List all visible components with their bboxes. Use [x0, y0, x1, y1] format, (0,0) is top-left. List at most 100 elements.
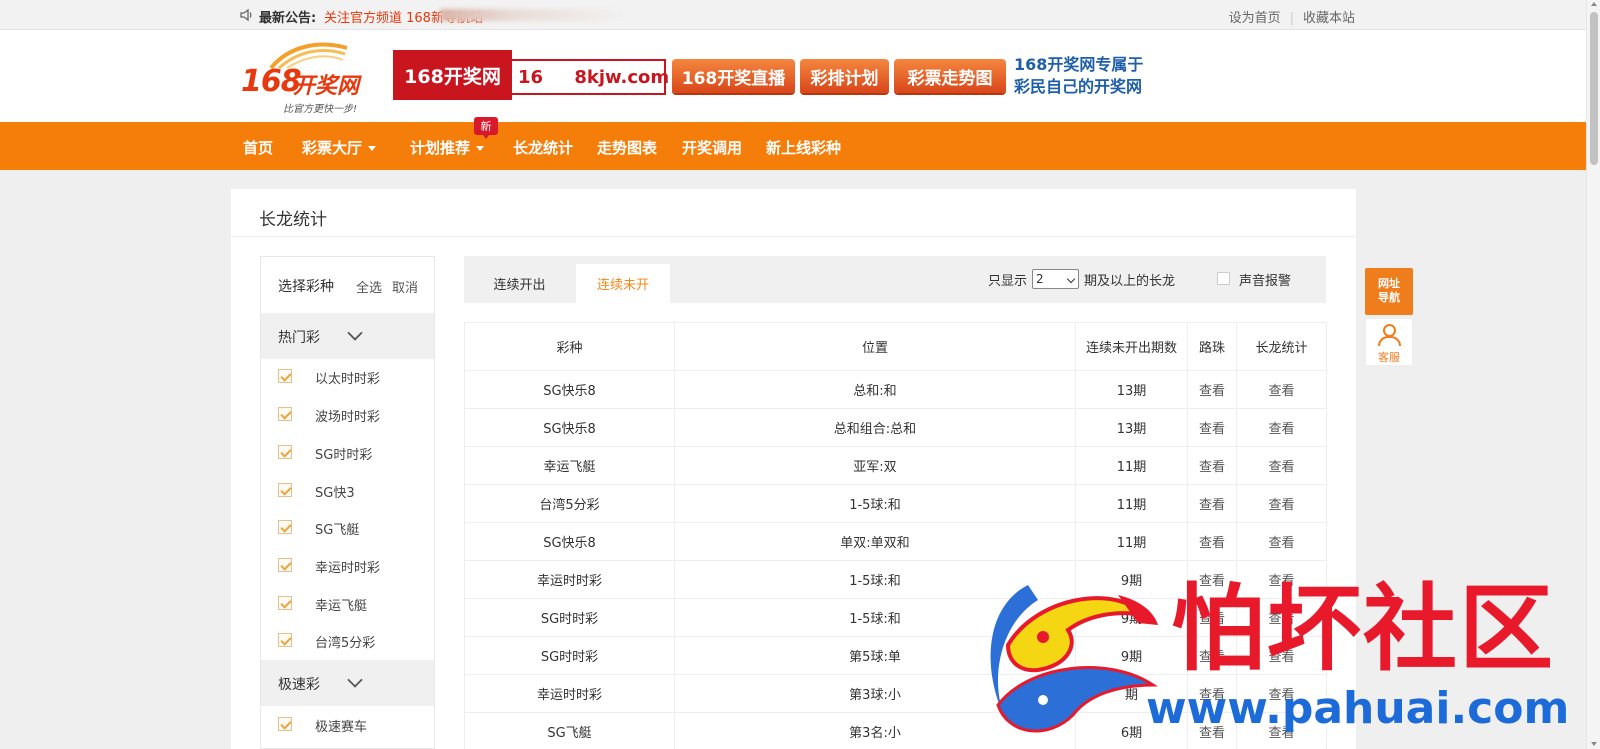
customer-service-label: 客服 — [1378, 351, 1400, 364]
group-fast[interactable]: 极速彩 — [261, 660, 434, 706]
checkbox[interactable] — [278, 558, 292, 572]
tab-consecutive-not-open[interactable]: 连续未开 — [576, 264, 670, 303]
cell-position: 1-5球:和 — [674, 484, 1076, 523]
checkbox[interactable] — [278, 369, 292, 383]
cell-game: SG快乐8 — [464, 408, 675, 447]
col-count: 连续未开出期数 — [1075, 322, 1188, 371]
nav-home[interactable]: 首页 — [243, 137, 273, 158]
site-nav-float-button[interactable]: 网址 导航 — [1365, 268, 1413, 315]
group-hot-label: 热门彩 — [278, 330, 320, 346]
checkbox[interactable] — [278, 520, 292, 534]
cell-count: 11期 — [1075, 446, 1188, 485]
view-stat-link[interactable]: 查看 — [1236, 712, 1327, 749]
checkbox[interactable] — [278, 407, 292, 421]
min-periods-select[interactable]: 2 — [1032, 269, 1079, 289]
view-road-link[interactable]: 查看 — [1187, 636, 1237, 675]
checkbox[interactable] — [278, 596, 292, 610]
list-item-label: 波场时时彩 — [315, 410, 381, 425]
list-item-label: 台湾5分彩 — [315, 636, 376, 651]
table-row: SG快乐8 单双:单双和 11期 查看 查看 — [464, 522, 1327, 561]
view-road-link[interactable]: 查看 — [1187, 446, 1237, 485]
nav-new-games[interactable]: 新上线彩种 — [766, 137, 841, 158]
view-stat-link[interactable]: 查看 — [1236, 408, 1327, 447]
list-item[interactable]: 波场时时彩 — [261, 397, 434, 433]
list-item[interactable]: 以太时时彩 — [261, 359, 434, 395]
table-row: 幸运飞艇 亚军:双 11期 查看 查看 — [464, 446, 1327, 485]
view-road-link[interactable]: 查看 — [1187, 674, 1237, 713]
view-stat-link[interactable]: 查看 — [1236, 484, 1327, 523]
longdragon-table: 彩种 位置 连续未开出期数 路珠 长龙统计 SG快乐8 总和:和 13期 查看 查看 S… — [464, 322, 1327, 749]
trend-chart-button[interactable]: 彩票走势图 — [894, 59, 1006, 93]
live-draw-button[interactable]: 168开奖直播 — [672, 59, 795, 93]
nav-api[interactable]: 开奖调用 — [682, 137, 742, 158]
cell-game: 幸运时时彩 — [464, 674, 675, 713]
nav-lottery-hall[interactable]: 彩票大厅 — [302, 137, 377, 158]
banner-site-name[interactable]: 168开奖网 — [393, 50, 512, 100]
checkbox[interactable] — [278, 633, 292, 647]
view-stat-link[interactable]: 查看 — [1236, 636, 1327, 675]
cell-position: 单双:单双和 — [674, 522, 1076, 561]
list-item-label: 幸运时时彩 — [315, 561, 381, 576]
list-item[interactable]: SG飞艇 — [261, 510, 434, 546]
cell-count: 11期 — [1075, 522, 1188, 561]
list-item[interactable]: 台湾5分彩 — [261, 623, 434, 659]
sound-alarm-checkbox[interactable] — [1217, 272, 1230, 285]
view-road-link[interactable]: 查看 — [1187, 598, 1237, 637]
scroll-thumb[interactable] — [1590, 12, 1598, 165]
bookmark-link[interactable]: 收藏本站 — [1303, 11, 1355, 26]
list-item[interactable]: 极速赛车 — [261, 707, 434, 743]
cell-count: 13期 — [1075, 408, 1188, 447]
cell-count: 6期 — [1075, 712, 1188, 749]
col-position: 位置 — [674, 322, 1076, 371]
list-item[interactable]: SG快3 — [261, 473, 434, 509]
group-hot[interactable]: 热门彩 — [261, 313, 434, 359]
scroll-up-icon[interactable] — [1591, 2, 1597, 6]
tagline-line-1: 168开奖网专属于 — [1014, 55, 1144, 74]
view-road-link[interactable]: 查看 — [1187, 370, 1237, 409]
view-road-link[interactable]: 查看 — [1187, 484, 1237, 523]
cell-position: 亚军:双 — [674, 446, 1076, 485]
deselect-button[interactable]: 取消 — [392, 277, 418, 296]
view-road-link[interactable]: 查看 — [1187, 522, 1237, 561]
view-road-link[interactable]: 查看 — [1187, 408, 1237, 447]
plan-button[interactable]: 彩排计划 — [800, 59, 889, 93]
site-logo[interactable]: 168 开奖网 比官方更快一步! — [239, 38, 389, 118]
checkbox[interactable] — [278, 483, 292, 497]
list-item[interactable]: 幸运飞艇 — [261, 586, 434, 622]
new-badge: 新 — [474, 117, 498, 139]
view-stat-link[interactable]: 查看 — [1236, 370, 1327, 409]
select-all-button[interactable]: 全选 — [356, 277, 382, 296]
notice-label: 最新公告: — [259, 11, 317, 26]
list-item[interactable]: SG时时彩 — [261, 435, 434, 471]
banner-site-url[interactable]: 16 8kjw.com — [512, 59, 669, 95]
cell-game: SG时时彩 — [464, 598, 675, 637]
page-scrollbar[interactable] — [1586, 0, 1600, 749]
customer-service-button[interactable]: 客服 — [1365, 318, 1413, 366]
view-stat-link[interactable]: 查看 — [1236, 522, 1327, 561]
view-road-link[interactable]: 查看 — [1187, 712, 1237, 749]
nav-longdragon[interactable]: 长龙统计 — [513, 137, 573, 158]
checkbox[interactable] — [278, 717, 292, 731]
list-item-label: SG飞艇 — [315, 523, 360, 538]
checkbox[interactable] — [278, 445, 292, 459]
list-item-label: 极速赛车 — [315, 720, 368, 735]
tab-consecutive-open[interactable]: 连续开出 — [464, 264, 575, 303]
scroll-down-icon[interactable] — [1591, 742, 1597, 746]
cell-position: 1-5球:和 — [674, 560, 1076, 599]
caret-down-icon — [476, 146, 485, 151]
view-stat-link[interactable]: 查看 — [1236, 674, 1327, 713]
cell-count: 13期 — [1075, 370, 1188, 409]
logo-slogan: 比官方更快一步! — [283, 104, 358, 115]
view-road-link[interactable]: 查看 — [1187, 560, 1237, 599]
notice-bar: 最新公告: 关注官方频道 168新导航站 设为首页 | 收藏本站 — [0, 0, 1600, 30]
view-stat-link[interactable]: 查看 — [1236, 560, 1327, 599]
view-stat-link[interactable]: 查看 — [1236, 446, 1327, 485]
view-stat-link[interactable]: 查看 — [1236, 598, 1327, 637]
nav-trend[interactable]: 走势图表 — [597, 137, 657, 158]
top-links: 设为首页 | 收藏本站 — [1229, 7, 1355, 26]
nav-plan[interactable]: 计划推荐 — [410, 137, 485, 158]
list-item[interactable]: 幸运时时彩 — [261, 548, 434, 584]
cell-count: 9期 — [1075, 560, 1188, 599]
set-home-link[interactable]: 设为首页 — [1229, 11, 1281, 26]
list-item-label: 幸运飞艇 — [315, 599, 368, 614]
